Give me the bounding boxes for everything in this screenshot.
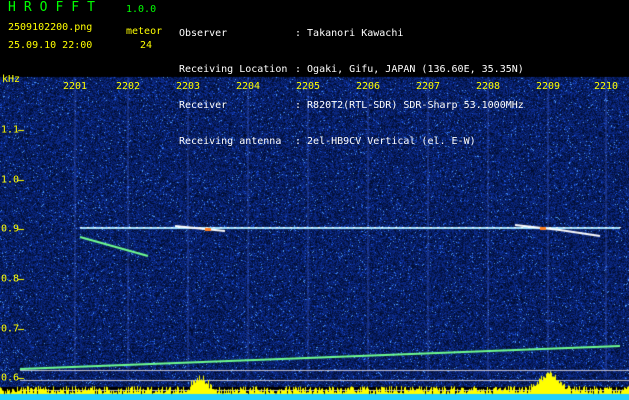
date-time: 25.09.10 22:00	[8, 40, 93, 51]
time-label-2203: 2203	[175, 81, 201, 92]
freq-label-0.6: 0.6	[1, 372, 20, 384]
time-label-2204: 2204	[235, 81, 261, 92]
time-label-2201: 2201	[62, 81, 88, 92]
location-value: : Ogaki, Gifu, JAPAN (136.60E, 35.35N)	[295, 64, 524, 75]
meteor-count: 24	[140, 40, 153, 51]
antenna-label: Receiving antenna	[179, 136, 282, 147]
receiver-value: : R820T2(RTL-SDR) SDR-Sharp 53.1000MHz	[295, 100, 524, 111]
time-label-2205: 2205	[295, 81, 321, 92]
time-label-2202: 2202	[115, 81, 141, 92]
freq-label-1.1: 1.1	[1, 124, 20, 136]
khz-unit-label: kHz	[2, 74, 21, 85]
freq-label-0.7: 0.7	[1, 323, 20, 335]
app-version: 1.0.0	[126, 4, 157, 15]
hrofft-window: HROFFT 1.0.0 2509102200.png 25.09.10 22:…	[0, 0, 629, 400]
time-label-2207: 2207	[415, 81, 441, 92]
freq-label-0.9: 0.9	[1, 223, 20, 235]
file-name: 2509102200.png	[8, 22, 93, 33]
time-label-2206: 2206	[355, 81, 381, 92]
observer-label: Observer	[179, 28, 228, 39]
time-label-2210: 2210	[593, 81, 619, 92]
freq-label-1.0: 1.0	[1, 174, 20, 186]
time-label-2209: 2209	[535, 81, 561, 92]
time-label-2208: 2208	[475, 81, 501, 92]
freq-label-0.8: 0.8	[1, 273, 20, 285]
location-label: Receiving Location	[179, 64, 288, 75]
receiver-label: Receiver	[179, 100, 228, 111]
antenna-value: : 2el-HB9CV Vertical (el. E-W)	[295, 136, 476, 147]
app-title: HROFFT	[8, 0, 103, 15]
meteor-label: meteor	[126, 26, 163, 37]
observer-value: : Takanori Kawachi	[295, 28, 404, 39]
